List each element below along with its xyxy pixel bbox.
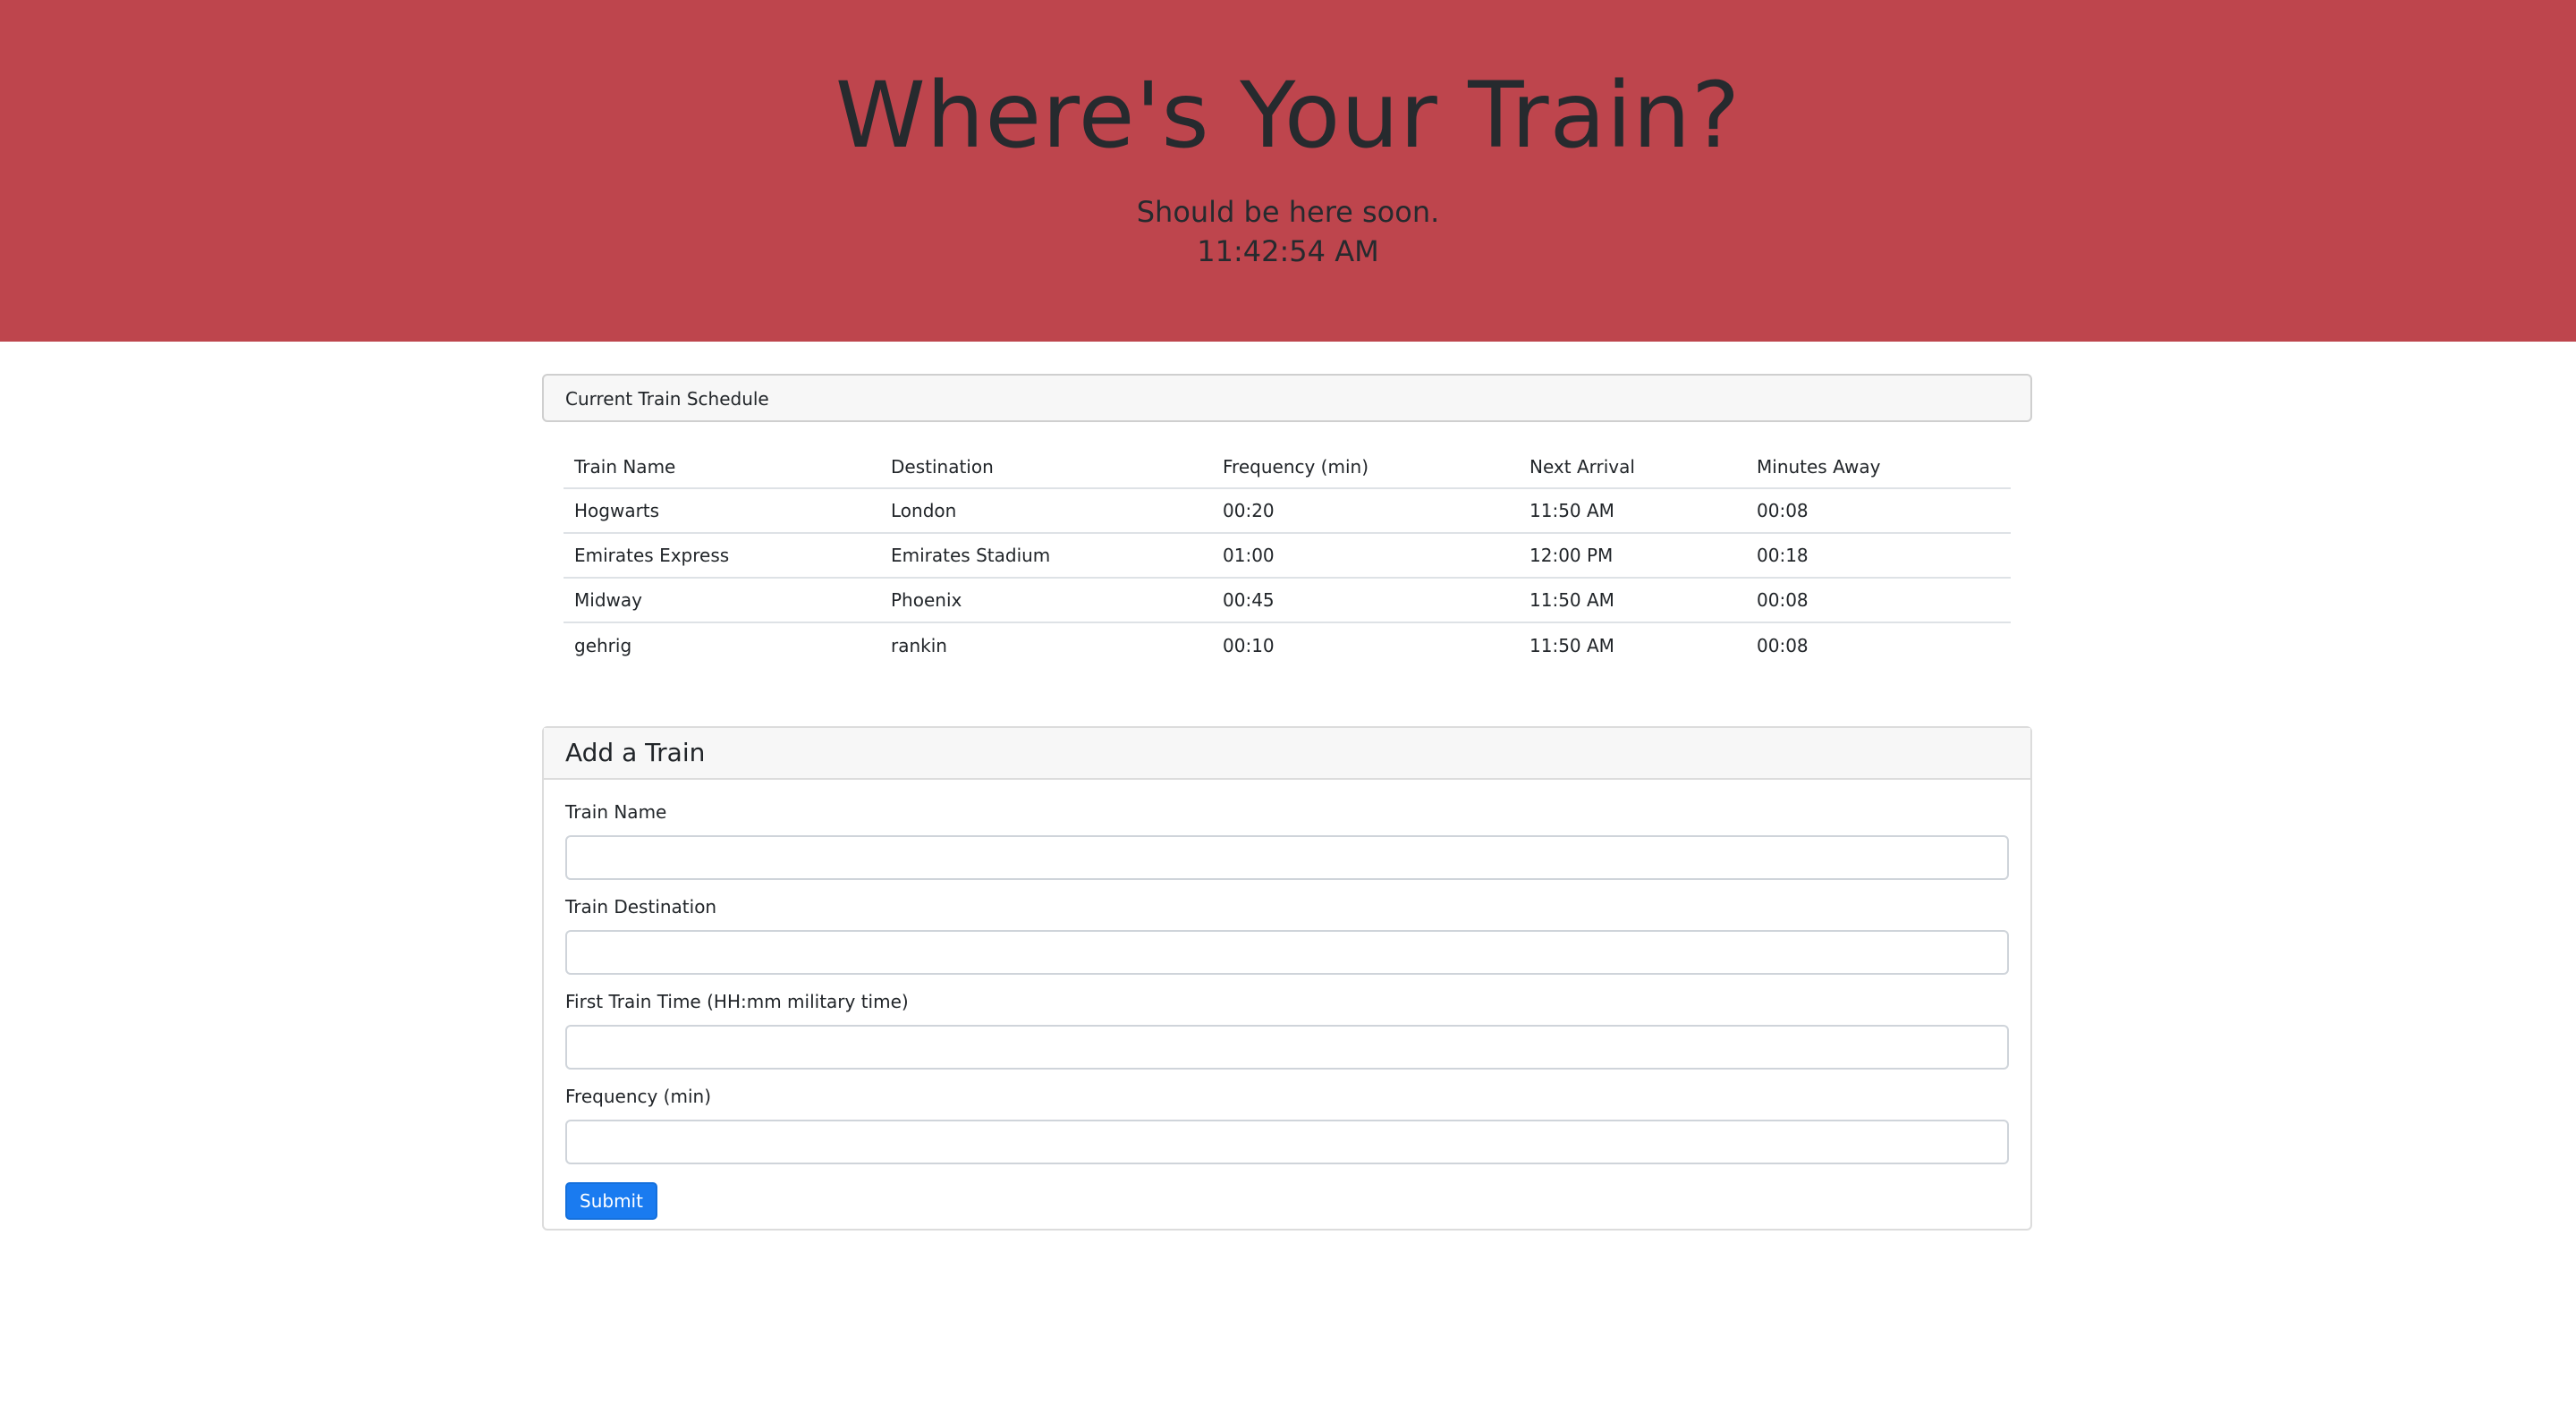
cell-destination: Phoenix [891,589,962,611]
page-subtitle: Should be here soon. [1136,195,1440,229]
cell-next-arrival: 11:50 AM [1530,500,1614,521]
frequency-input[interactable] [565,1120,2009,1164]
cell-frequency: 00:20 [1223,500,1275,521]
cell-minutes-away: 00:08 [1757,634,1809,656]
cell-destination: London [891,500,957,521]
form-group-first-train-time: First Train Time (HH:mm military time) [565,991,2009,1070]
cell-minutes-away: 00:08 [1757,500,1809,521]
cell-next-arrival: 11:50 AM [1530,634,1614,656]
column-header-frequency: Frequency (min) [1223,455,1368,478]
cell-destination: Emirates Stadium [891,545,1051,566]
cell-frequency: 00:45 [1223,589,1275,611]
column-header-train-name: Train Name [574,455,676,478]
schedule-table: Train Name Destination Frequency (min) N… [564,424,2011,667]
train-destination-input[interactable] [565,930,2009,975]
schedule-panel-title: Current Train Schedule [565,388,769,410]
add-train-form: Train Name Train Destination First Train… [544,780,2030,1241]
cell-destination: rankin [891,634,947,656]
schedule-table-wrapper: Train Name Destination Frequency (min) N… [542,424,2032,667]
form-group-train-destination: Train Destination [565,896,2009,975]
table-row: gehrig rankin 00:10 11:50 AM 00:08 [564,622,2011,667]
column-header-minutes-away: Minutes Away [1757,455,1881,478]
schedule-panel-header: Current Train Schedule [542,374,2032,422]
cell-frequency: 01:00 [1223,545,1275,566]
cell-train-name: gehrig [574,634,632,656]
cell-next-arrival: 12:00 PM [1530,545,1614,566]
cell-minutes-away: 00:18 [1757,545,1809,566]
column-header-destination: Destination [891,455,994,478]
form-group-train-name: Train Name [565,801,2009,880]
train-name-label: Train Name [565,801,667,823]
train-destination-label: Train Destination [565,896,717,918]
submit-button[interactable]: Submit [565,1182,657,1220]
cell-minutes-away: 00:08 [1757,589,1809,611]
current-time: 11:42:54 AM [1197,234,1379,268]
first-train-time-input[interactable] [565,1025,2009,1070]
cell-train-name: Midway [574,589,642,611]
column-header-next-arrival: Next Arrival [1530,455,1635,478]
train-name-input[interactable] [565,835,2009,880]
table-header-row: Train Name Destination Frequency (min) N… [564,424,2011,488]
add-train-panel: Add a Train Train Name Train Destination… [542,726,2032,1231]
add-train-panel-header: Add a Train [544,728,2030,780]
table-row: Hogwarts London 00:20 11:50 AM 00:08 [564,488,2011,533]
first-train-time-label: First Train Time (HH:mm military time) [565,991,909,1012]
table-row: Midway Phoenix 00:45 11:50 AM 00:08 [564,578,2011,622]
hero-banner: Where's Your Train? Should be here soon.… [0,0,2576,342]
schedule-panel: Current Train Schedule [542,374,2032,424]
table-row: Emirates Express Emirates Stadium 01:00 … [564,533,2011,578]
add-train-panel-title: Add a Train [565,738,706,767]
cell-train-name: Hogwarts [574,500,660,521]
cell-frequency: 00:10 [1223,634,1275,656]
form-group-frequency: Frequency (min) [565,1086,2009,1164]
page-title: Where's Your Train? [835,63,1741,169]
frequency-label: Frequency (min) [565,1086,711,1107]
cell-next-arrival: 11:50 AM [1530,589,1614,611]
cell-train-name: Emirates Express [574,545,730,566]
